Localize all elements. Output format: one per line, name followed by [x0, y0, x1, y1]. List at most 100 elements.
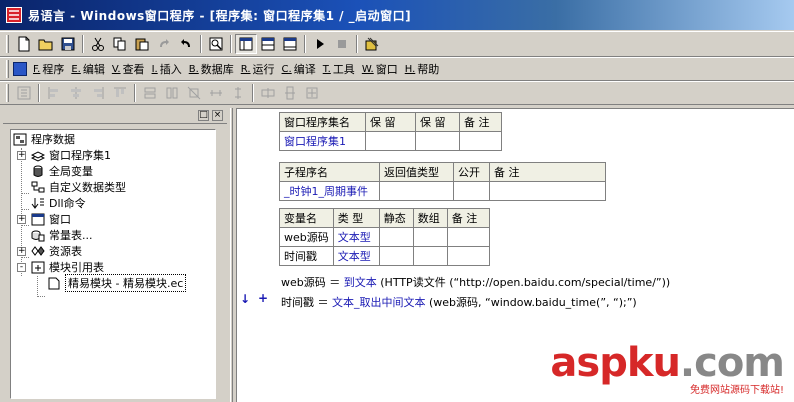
menu-window[interactable]: W. 窗口	[362, 59, 398, 79]
same-width-icon[interactable]	[139, 83, 161, 103]
sub-header-remark: 备 注	[489, 162, 606, 182]
view-split-icon[interactable]	[257, 34, 279, 54]
menubar-grip[interactable]	[6, 60, 9, 78]
project-tree[interactable]: 程序数据 窗口程序集1 + 全局变量 自定义数据类型 Dll命令 窗口 + 常量…	[10, 129, 216, 399]
assembly-header-reserved2: 保 留	[415, 112, 460, 132]
redo-icon[interactable]	[153, 34, 175, 54]
module-icon	[31, 261, 45, 274]
copy-icon[interactable]	[109, 34, 131, 54]
center-both-icon[interactable]	[301, 83, 323, 103]
paste-icon[interactable]	[131, 34, 153, 54]
cylinder-icon	[31, 165, 45, 178]
code-var: 时间戳	[281, 296, 314, 309]
toolbar-separator	[38, 84, 40, 102]
sub-remark-cell[interactable]	[489, 181, 606, 201]
menu-program[interactable]: F. 程序	[33, 59, 64, 79]
var-static-cell[interactable]	[378, 227, 414, 247]
menu-help[interactable]: H. 帮助	[405, 59, 440, 79]
panel-restore-button[interactable]: □	[198, 110, 209, 121]
var-name-cell[interactable]: web源码	[279, 227, 334, 247]
tree-item-assembly[interactable]: 窗口程序集1	[31, 147, 111, 163]
menu-edit[interactable]: E. 编辑	[71, 59, 105, 79]
tree-item-windows[interactable]: 窗口	[31, 211, 71, 227]
tree-expander[interactable]: +	[17, 215, 26, 224]
tree-expander[interactable]: +	[17, 151, 26, 160]
code-editor[interactable]: 窗口程序集名 保 留 保 留 备 注 窗口程序集1 子程序名 返回值类型 公开 …	[236, 108, 794, 402]
undo-icon[interactable]	[175, 34, 197, 54]
code-line-1[interactable]: web源码 ＝ 到文本 (HTTP读文件 (“http://open.baidu…	[281, 274, 670, 290]
menu-compile[interactable]: C. 编译	[282, 59, 316, 79]
center-vertical-icon[interactable]	[279, 83, 301, 103]
align-center-icon[interactable]	[65, 83, 87, 103]
execution-arrow-icon[interactable]: ↓	[240, 292, 250, 306]
var-static-cell[interactable]	[378, 246, 414, 266]
align-left-icon[interactable]	[43, 83, 65, 103]
toolbar-grip[interactable]	[6, 84, 9, 102]
title-bar[interactable]: 易语言 - Windows窗口程序 - [程序集: 窗口程序集1 / _启动窗口…	[0, 0, 794, 30]
debug-tool-icon[interactable]	[361, 34, 383, 54]
same-height-icon[interactable]	[161, 83, 183, 103]
tree-connector	[37, 276, 38, 297]
align-right-icon[interactable]	[87, 83, 109, 103]
app-menu-icon[interactable]	[13, 62, 27, 76]
same-size-icon[interactable]	[183, 83, 205, 103]
open-folder-icon[interactable]	[35, 34, 57, 54]
menu-run[interactable]: R. 运行	[241, 59, 275, 79]
assembly-reserved1-cell[interactable]	[365, 131, 416, 151]
center-horizontal-icon[interactable]	[257, 83, 279, 103]
var-remark-cell[interactable]	[446, 246, 490, 266]
horizontal-space-icon[interactable]	[205, 83, 227, 103]
tree-item-jingyi-module[interactable]: 精易模块 - 精易模块.ec	[47, 274, 187, 292]
menu-bar: F. 程序 E. 编辑 V. 查看 I. 插入 B. 数据库 R. 运行 C. 编译 T. 工具…	[0, 57, 794, 81]
vertical-space-icon[interactable]	[227, 83, 249, 103]
panel-splitter[interactable]	[230, 108, 233, 402]
resources-icon	[31, 245, 45, 258]
align-grid-icon[interactable]	[13, 83, 35, 103]
tree-expander[interactable]: +	[17, 247, 26, 256]
tree-expander[interactable]: -	[17, 263, 26, 272]
sub-return-cell[interactable]	[379, 181, 454, 201]
new-file-icon[interactable]	[13, 34, 35, 54]
expand-plus-icon[interactable]: +	[258, 291, 268, 305]
sub-name-cell[interactable]: _时钟1_周期事件	[279, 181, 380, 201]
assembly-remark-cell[interactable]	[459, 131, 502, 151]
save-icon[interactable]	[57, 34, 79, 54]
menu-view[interactable]: V. 查看	[112, 59, 145, 79]
assembly-name-cell[interactable]: 窗口程序集1	[279, 131, 366, 151]
tree-item-dll[interactable]: Dll命令	[31, 195, 86, 211]
toolbar-separator	[252, 84, 254, 102]
alignment-toolbar	[0, 81, 794, 105]
menu-insert[interactable]: I. 插入	[152, 59, 182, 79]
cut-icon[interactable]	[87, 34, 109, 54]
tree-item-constants[interactable]: 常量表...	[31, 227, 93, 243]
var-type-cell[interactable]: 文本型	[332, 246, 380, 266]
stop-icon[interactable]	[331, 34, 353, 54]
code-line-2[interactable]: 时间戳 ＝ 文本_取出中间文本 (web源码, “window.baidu_ti…	[281, 294, 637, 310]
menu-tools[interactable]: T. 工具	[323, 59, 355, 79]
tree-item-resources[interactable]: 资源表	[31, 243, 82, 259]
view-code-icon[interactable]	[235, 34, 257, 54]
assembly-reserved2-cell[interactable]	[415, 131, 460, 151]
find-icon[interactable]	[205, 34, 227, 54]
tree-item-global-vars[interactable]: 全局变量	[31, 163, 93, 179]
menu-database[interactable]: B. 数据库	[189, 59, 234, 79]
run-icon[interactable]	[309, 34, 331, 54]
tree-root[interactable]: 程序数据	[13, 131, 75, 147]
view-window-icon[interactable]	[279, 34, 301, 54]
var-name-cell[interactable]: 时间戳	[279, 246, 334, 266]
code-function: 到文本	[343, 276, 377, 289]
toolbar-grip[interactable]	[6, 35, 9, 53]
var-array-cell[interactable]	[412, 227, 448, 247]
align-top-icon[interactable]	[109, 83, 131, 103]
toolbar-separator	[134, 84, 136, 102]
code-var: web源码	[281, 276, 326, 289]
var-remark-cell[interactable]	[446, 227, 490, 247]
book-stack-icon	[31, 149, 45, 162]
tree-item-custom-types[interactable]: 自定义数据类型	[31, 179, 126, 195]
tree-connector	[21, 257, 29, 258]
tree-item-module-refs[interactable]: 模块引用表	[31, 259, 104, 275]
var-type-cell[interactable]: 文本型	[332, 227, 380, 247]
panel-close-button[interactable]: ×	[212, 110, 223, 121]
var-array-cell[interactable]	[412, 246, 448, 266]
sub-public-cell[interactable]	[453, 181, 490, 201]
